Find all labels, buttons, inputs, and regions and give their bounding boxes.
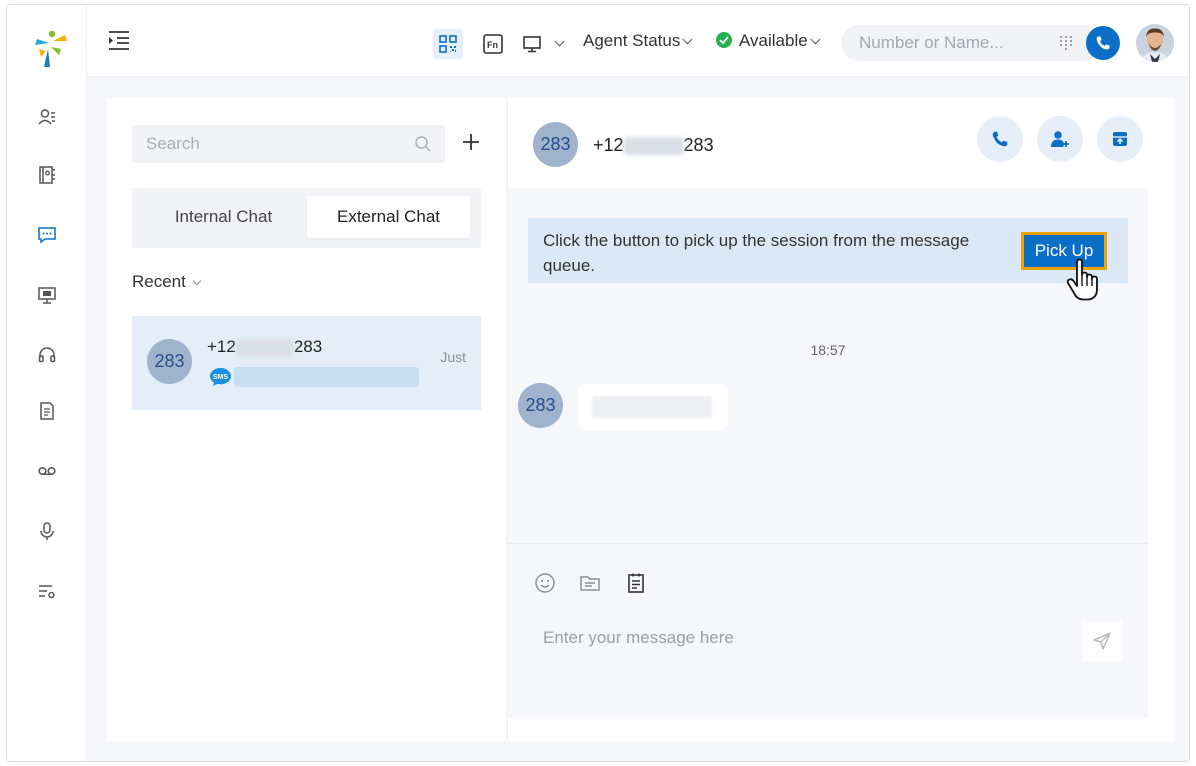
app-window: Fn Agent Status Available Number or Name…: [6, 4, 1190, 762]
contact-number: +12 283: [207, 337, 322, 357]
clipboard-icon: [628, 573, 644, 593]
phone-icon: [992, 131, 1008, 147]
conversation-panel: Internal Chat External Chat Recent 283 +…: [107, 98, 506, 741]
message-input[interactable]: [528, 616, 1128, 660]
emoji-button[interactable]: [533, 571, 557, 595]
dial-box: [841, 25, 1120, 61]
search-box: [132, 125, 445, 163]
search-input[interactable]: [146, 134, 396, 154]
agent-status-label: Agent Status: [583, 31, 681, 50]
redacted-digits: [235, 338, 294, 357]
search-icon[interactable]: [414, 135, 432, 153]
chevron-down-icon: [682, 34, 693, 45]
pickup-notice: Click the button to pick up the session …: [528, 218, 1128, 301]
top-bar: Fn Agent Status Available: [87, 5, 1189, 77]
nav-settings[interactable]: [35, 579, 59, 603]
svg-text:Fn: Fn: [487, 40, 498, 50]
nav-chat[interactable]: [35, 223, 59, 247]
message-composer: [508, 543, 1148, 718]
redacted-digits: [623, 137, 684, 156]
send-button[interactable]: [1082, 621, 1122, 661]
contact-number-suffix: 283: [293, 337, 323, 356]
device-select[interactable]: [519, 29, 565, 59]
collapse-menu-icon[interactable]: [107, 29, 131, 51]
desktop-icon: [522, 36, 541, 53]
fn-key-icon: Fn: [483, 34, 503, 54]
app-logo: [35, 30, 67, 67]
contact-avatar: 283: [147, 339, 192, 384]
chat-icon: [38, 227, 56, 244]
chat-number-prefix: +12: [593, 135, 624, 155]
dial-call-button[interactable]: [1086, 26, 1120, 60]
attach-file-button[interactable]: [578, 571, 602, 595]
document-icon: [40, 402, 54, 420]
chat-number-suffix: 283: [683, 135, 714, 155]
left-nav: [7, 5, 87, 761]
chevron-down-icon: [554, 36, 564, 46]
archive-session-button[interactable]: [1097, 116, 1143, 162]
svg-text:SMS: SMS: [213, 374, 229, 381]
available-check-icon: [716, 32, 732, 48]
qr-code-button[interactable]: [433, 29, 463, 59]
chat-contact-number: +12 283: [593, 135, 714, 156]
availability-dropdown[interactable]: Available: [715, 31, 821, 51]
microphone-icon: [40, 522, 54, 540]
tab-internal-chat[interactable]: Internal Chat: [142, 196, 305, 238]
dialpad-icon[interactable]: [1059, 35, 1073, 51]
add-user-icon: [1051, 131, 1069, 147]
quick-reply-button[interactable]: [624, 571, 648, 595]
voicemail-icon: [38, 466, 56, 476]
tab-external-chat[interactable]: External Chat: [307, 196, 470, 238]
nav-notes[interactable]: [35, 399, 59, 423]
agent-status-dropdown[interactable]: Agent Status: [583, 31, 693, 51]
chat-tabs: Internal Chat External Chat: [132, 188, 481, 248]
folder-icon: [580, 576, 600, 591]
chat-panel: 283 +12 283 Click the button to pick up t…: [507, 98, 1175, 741]
new-chat-plus-icon[interactable]: [461, 132, 481, 152]
user-photo: [1136, 24, 1174, 62]
chevron-down-icon: [192, 276, 202, 286]
conversation-item[interactable]: 283 +12 283 Just SMS: [132, 316, 481, 410]
redacted-message: [592, 396, 712, 418]
dial-input[interactable]: [859, 33, 1039, 53]
qr-code-icon: [439, 35, 457, 53]
call-contact-button[interactable]: [977, 116, 1023, 162]
add-contact-button[interactable]: [1037, 116, 1083, 162]
message-preview-redacted: [234, 367, 419, 387]
list-settings-icon: [39, 585, 55, 599]
monitor-icon: [38, 287, 56, 304]
headset-icon: [38, 347, 56, 363]
archive-icon: [1113, 132, 1127, 146]
message-list: Click the button to pick up the session …: [508, 188, 1148, 543]
recent-filter-dropdown[interactable]: Recent: [132, 272, 202, 292]
message-timestamp: 18:57: [810, 342, 846, 358]
pick-up-button[interactable]: Pick Up: [1021, 232, 1107, 270]
recent-label: Recent: [132, 272, 186, 291]
phonebook-icon: [39, 166, 55, 184]
sms-channel-icon: SMS: [210, 368, 231, 386]
nav-queue[interactable]: [35, 343, 59, 367]
nav-recording[interactable]: [35, 519, 59, 543]
contacts-icon: [38, 109, 55, 125]
function-key-button[interactable]: Fn: [478, 29, 508, 59]
contact-number-prefix: +12: [207, 337, 236, 356]
chat-contact-avatar: 283: [533, 122, 578, 167]
send-icon: [1093, 632, 1111, 650]
message-sender-avatar: 283: [518, 383, 563, 428]
nav-phonebook[interactable]: [35, 163, 59, 187]
availability-label: Available: [739, 31, 808, 50]
user-avatar[interactable]: [1136, 24, 1174, 62]
chevron-down-icon: [810, 34, 821, 45]
pickup-notice-text: Click the button to pick up the session …: [543, 231, 970, 275]
phone-icon: [1096, 36, 1110, 50]
message-bubble: [578, 384, 728, 430]
nav-contacts[interactable]: [35, 105, 59, 129]
conversation-time: Just: [440, 349, 466, 365]
nav-presentation[interactable]: [35, 283, 59, 307]
nav-voicemail[interactable]: [35, 459, 59, 483]
emoji-icon: [535, 573, 555, 593]
